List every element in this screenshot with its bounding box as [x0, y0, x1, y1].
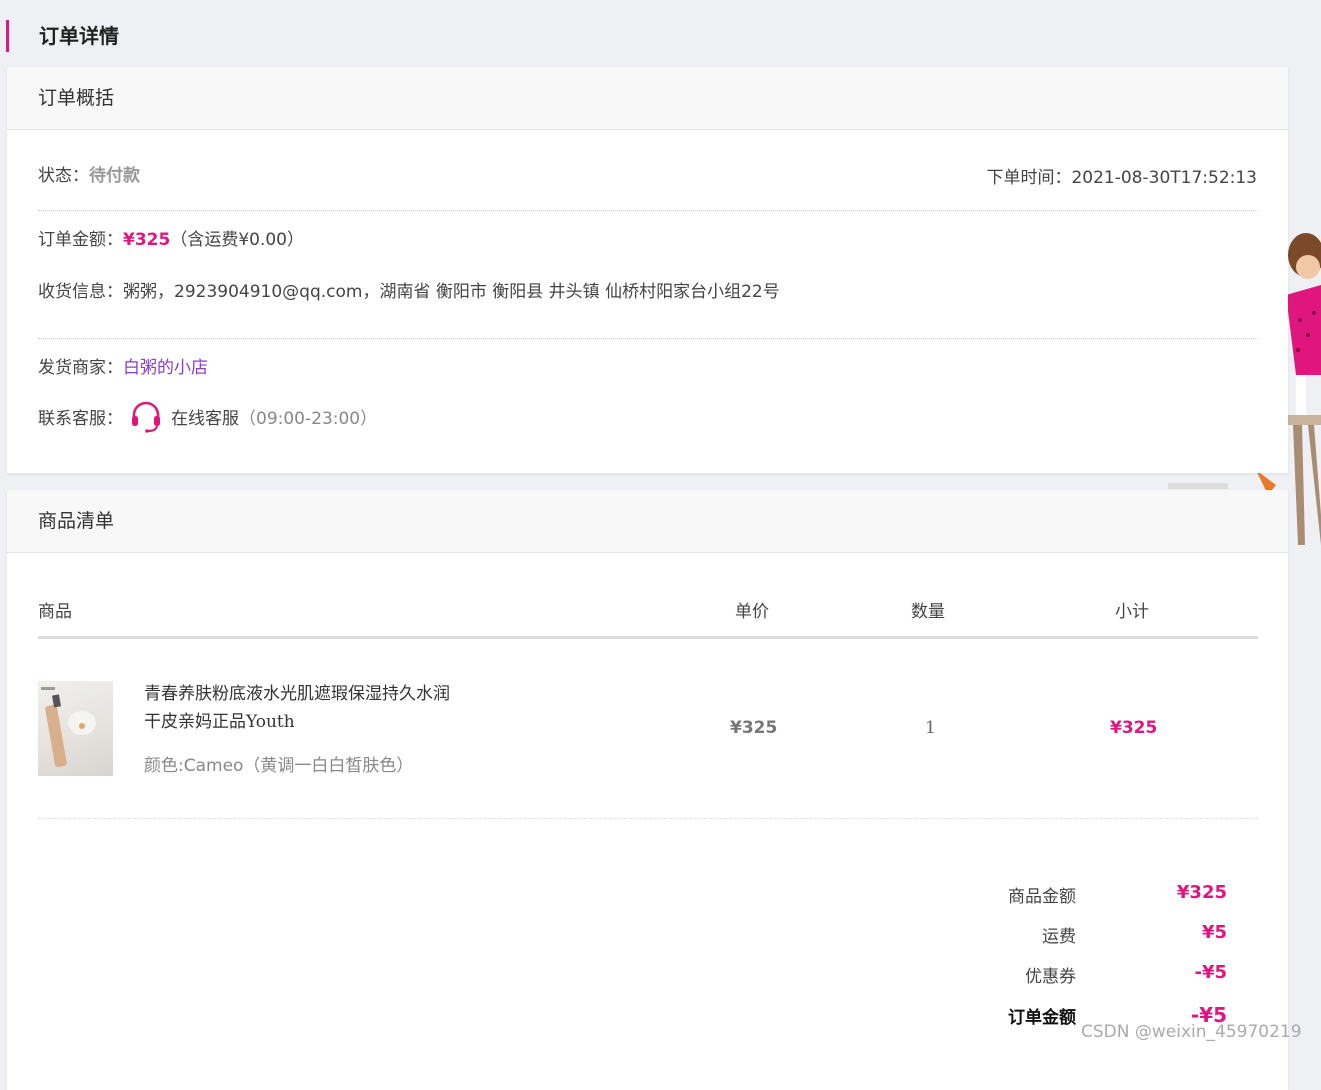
service-hours: （09:00-23:00） — [239, 408, 378, 429]
order-time-label: 下单时间： — [986, 168, 1072, 188]
table-header-divider — [38, 636, 1258, 639]
order-amount-value: ¥325 — [123, 230, 171, 250]
order-amount-note: （含运费¥0.00） — [170, 230, 304, 250]
goods-list-title: 商品清单 — [7, 490, 1288, 553]
seller-row: 发货商家：白粥的小店 — [38, 353, 208, 378]
shipping-row: 收货信息：粥粥，2923904910@qq.com，湖南省 衡阳市 衡阳县 井头… — [38, 277, 780, 302]
status-label: 状态： — [38, 166, 89, 186]
product-thumbnail[interactable] — [38, 681, 113, 776]
column-header-subtotal: 小计 — [1115, 602, 1149, 622]
shipping-value: 粥粥，2923904910@qq.com，湖南省 衡阳市 衡阳县 井头镇 仙桥村… — [123, 282, 780, 302]
summary-goods-amount-label: 商品金额 — [1008, 887, 1076, 907]
page-title: 订单详情 — [6, 20, 119, 52]
summary-freight-label: 运费 — [1042, 927, 1076, 947]
headset-icon[interactable] — [129, 399, 163, 433]
product-quantity: 1 — [925, 718, 936, 738]
order-overview-title: 订单概括 — [7, 67, 1288, 130]
product-unit-price: ¥325 — [730, 718, 778, 738]
order-overview-card: 订单概括 状态：待付款 下单时间：2021-08-30T17:52:13 订单金… — [7, 67, 1288, 473]
product-attribute: 颜色:Cameo（黄调一白白皙肤色） — [144, 756, 414, 776]
seller-label: 发货商家： — [38, 358, 123, 378]
order-amount-row: 订单金额：¥325（含运费¥0.00） — [38, 225, 304, 250]
summary-goods-amount-value: ¥325 — [1176, 882, 1227, 903]
watermark: CSDN @weixin_45970219 — [1081, 1022, 1302, 1042]
service-row: 联系客服： 在线客服 （09:00-23:00） — [38, 399, 377, 433]
goods-list-card: 商品清单 商品 单价 数量 小计 青春养肤粉底液水光肌遮瑕保湿持久水润干皮亲妈正… — [7, 490, 1288, 1090]
status-row: 状态：待付款 — [38, 161, 140, 186]
service-label: 联系客服： — [38, 408, 123, 429]
column-header-product: 商品 — [38, 602, 72, 622]
summary-total-label: 订单金额 — [1008, 1008, 1076, 1028]
product-subtotal: ¥325 — [1110, 718, 1158, 738]
seller-link[interactable]: 白粥的小店 — [123, 358, 208, 378]
shipping-label: 收货信息： — [38, 282, 123, 302]
column-header-quantity: 数量 — [911, 602, 945, 622]
status-value: 待付款 — [89, 166, 140, 186]
summary-coupon-label: 优惠券 — [1025, 967, 1076, 987]
divider — [38, 818, 1258, 819]
product-name[interactable]: 青春养肤粉底液水光肌遮瑕保湿持久水润干皮亲妈正品Youth — [144, 680, 464, 736]
divider — [38, 210, 1258, 211]
divider — [38, 338, 1258, 339]
order-amount-label: 订单金额： — [38, 230, 123, 250]
online-service-link[interactable]: 在线客服 — [171, 404, 239, 429]
column-header-unit-price: 单价 — [735, 602, 769, 622]
summary-freight-value: ¥5 — [1201, 922, 1227, 943]
order-time-value: 2021-08-30T17:52:13 — [1071, 168, 1257, 188]
summary-coupon-value: -¥5 — [1194, 962, 1227, 983]
order-time-row: 下单时间：2021-08-30T17:52:13 — [986, 163, 1257, 188]
